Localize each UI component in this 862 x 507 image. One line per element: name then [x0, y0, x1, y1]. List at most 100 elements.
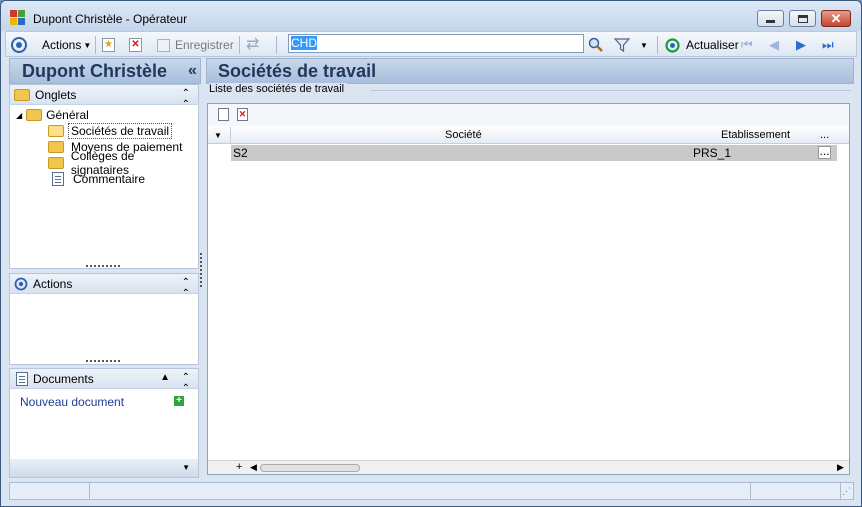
- left-panel-title: Dupont Christèle: [22, 61, 168, 81]
- status-cell: [90, 483, 751, 499]
- tree-node-general[interactable]: ◢ Général: [16, 107, 89, 123]
- toolbar-separator: [657, 36, 658, 54]
- grid-toolbar: ✕: [208, 104, 849, 126]
- actions-panel-header[interactable]: Actions ⌃ ⌃: [10, 274, 198, 299]
- documents-panel: Documents ▲ ⌃ ⌃ Nouveau document + ▼: [9, 368, 199, 478]
- cell-etablissement: PRS_1: [693, 146, 732, 160]
- tree-node-label: Général: [46, 108, 89, 122]
- first-icon: ⏮: [741, 37, 753, 52]
- status-cell: [10, 483, 90, 499]
- dropdown-arrow-icon: ▼: [83, 40, 92, 50]
- close-icon: ✕: [830, 11, 842, 26]
- add-column-icon[interactable]: +: [236, 461, 242, 473]
- page-title: Sociétés de travail: [218, 61, 377, 81]
- maximize-button[interactable]: [789, 10, 816, 27]
- documents-panel-title: Documents: [33, 371, 94, 386]
- horizontal-scrollbar[interactable]: + ◀ ▶: [208, 460, 849, 474]
- filter-dropdown-button[interactable]: ▼: [640, 35, 648, 55]
- toolbar-separator: [95, 36, 96, 54]
- search-input-value: CHD: [291, 36, 317, 50]
- table-row[interactable]: S2 PRS_1 ...: [231, 145, 837, 161]
- documents-icon: [16, 371, 28, 386]
- column-header-etablissement[interactable]: Etablissement: [721, 129, 790, 141]
- window-title: Dupont Christèle - Opérateur: [33, 12, 188, 26]
- chevron-down-icon[interactable]: ▼: [182, 463, 190, 472]
- previous-icon: ◀: [769, 37, 779, 52]
- title-bar: Dupont Christèle - Opérateur ✕: [1, 1, 861, 31]
- filter-button[interactable]: [614, 35, 630, 55]
- new-record-button[interactable]: ★: [102, 35, 115, 55]
- next-icon: ▶: [796, 37, 806, 52]
- next-record-button[interactable]: ▶: [796, 35, 806, 55]
- app-icon: [10, 10, 26, 26]
- filter-icon: [614, 38, 630, 53]
- tree-node-commentaire[interactable]: Commentaire: [50, 171, 148, 187]
- collapse-chevron-icon[interactable]: ⌃ ⌃: [182, 88, 190, 110]
- scroll-thumb[interactable]: [260, 464, 360, 472]
- toolbar-separator: [239, 36, 240, 54]
- magnifier-icon: [588, 37, 603, 52]
- chevron-up-icon[interactable]: ▲: [160, 372, 170, 383]
- documents-panel-header[interactable]: Documents ▲ ⌃ ⌃: [10, 369, 198, 394]
- actions-menu-label: Actions: [42, 38, 82, 52]
- delete-row-icon[interactable]: ✕: [237, 108, 248, 121]
- new-document-link[interactable]: Nouveau document: [20, 395, 124, 409]
- column-header-societe[interactable]: Société: [445, 129, 482, 141]
- last-record-button[interactable]: ⏭: [822, 35, 834, 55]
- tree-node-societes[interactable]: Sociétés de travail: [48, 123, 173, 139]
- application-window: Dupont Christèle - Opérateur ✕ Actions ▼…: [0, 0, 862, 507]
- actions-panel: Actions ⌃ ⌃: [9, 273, 199, 365]
- scroll-right-icon[interactable]: ▶: [837, 462, 844, 473]
- dropdown-arrow-icon: ▼: [640, 40, 648, 50]
- vertical-splitter-grip[interactable]: [200, 253, 202, 287]
- new-row-icon[interactable]: [218, 108, 229, 121]
- status-bar: ⋰: [9, 482, 854, 500]
- target-icon[interactable]: [10, 35, 28, 55]
- minimize-icon: [766, 20, 775, 23]
- column-chooser-icon[interactable]: ▼: [214, 131, 222, 140]
- resize-grip-icon[interactable]: ⋰: [842, 486, 851, 497]
- refresh-icon: [665, 37, 680, 53]
- close-button[interactable]: ✕: [821, 10, 851, 27]
- folder-icon: [26, 109, 43, 121]
- save-icon: [157, 38, 170, 52]
- column-header-more[interactable]: ...: [820, 129, 829, 141]
- delete-icon: ✕: [129, 38, 142, 52]
- search-button[interactable]: [588, 35, 604, 55]
- open-folder-icon: [48, 125, 64, 137]
- maximize-icon: [797, 14, 808, 23]
- sync-button[interactable]: ⇄: [246, 35, 259, 55]
- left-panel-header: Dupont Christèle «: [9, 58, 201, 84]
- onglets-panel-header[interactable]: Onglets ⌃ ⌃: [10, 85, 198, 110]
- first-record-button[interactable]: ⏮: [741, 35, 753, 55]
- scroll-left-icon[interactable]: ◀: [250, 462, 257, 473]
- refresh-button[interactable]: Actualiser: [664, 35, 739, 55]
- sync-icon: ⇄: [246, 36, 260, 53]
- delete-record-button[interactable]: ✕: [129, 35, 142, 55]
- panel-splitter-grip[interactable]: [86, 265, 120, 268]
- new-star-icon: ★: [102, 38, 115, 52]
- save-label: Enregistrer: [175, 38, 234, 52]
- header-divider: [230, 127, 231, 143]
- add-icon[interactable]: +: [174, 396, 184, 406]
- minimize-button[interactable]: [757, 10, 784, 27]
- save-button[interactable]: Enregistrer: [157, 35, 234, 55]
- panel-splitter-grip[interactable]: [86, 360, 120, 363]
- tree-node-label: Commentaire: [73, 172, 146, 186]
- status-cell: [751, 483, 841, 499]
- search-input[interactable]: CHD: [288, 34, 584, 53]
- actions-panel-title: Actions: [33, 276, 73, 291]
- folder-icon: [48, 141, 64, 153]
- toolbar: Actions ▼ ★ ✕ Enregistrer ⇄ CHD ▼ Actual…: [5, 31, 857, 57]
- row-detail-button[interactable]: ...: [818, 145, 831, 159]
- onglets-panel: Onglets ⌃ ⌃ ◢ Général Sociétés de travail…: [9, 84, 199, 269]
- tree-node-colleges[interactable]: Collèges de signataires: [48, 149, 198, 177]
- collapse-chevron-icon[interactable]: ⌃ ⌃: [182, 277, 190, 299]
- collapse-left-button[interactable]: «: [188, 62, 197, 80]
- societes-grid: ✕ ▼ Société Etablissement ... S2 PRS_1 .…: [207, 103, 850, 475]
- refresh-label: Actualiser: [686, 38, 739, 52]
- actions-menu-button[interactable]: Actions ▼: [42, 35, 91, 55]
- group-divider: [371, 90, 851, 91]
- collapse-chevron-icon[interactable]: ⌃ ⌃: [182, 372, 190, 394]
- previous-record-button[interactable]: ◀: [769, 35, 779, 55]
